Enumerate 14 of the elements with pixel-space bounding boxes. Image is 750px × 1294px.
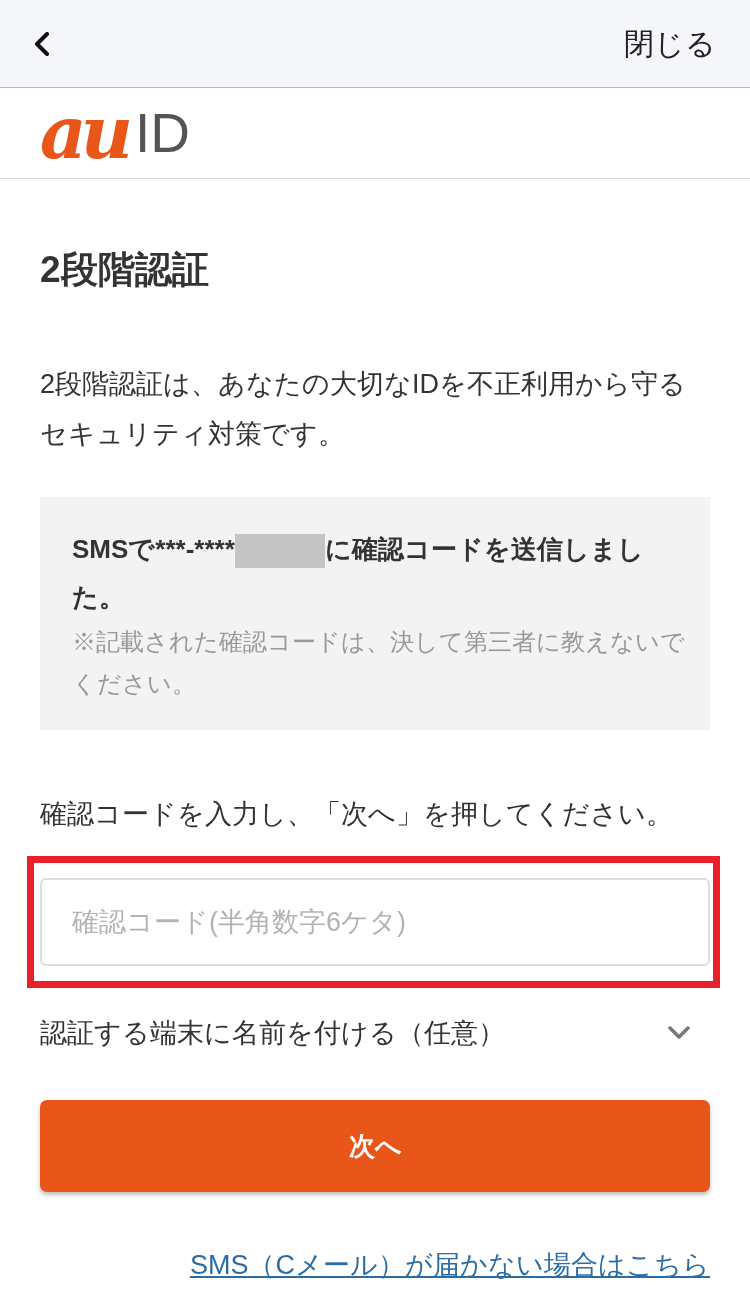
description-text: 2段階認証は、あなたの大切なIDを不正利用から守るセキュリティ対策です。 bbox=[40, 368, 688, 451]
sms-sent-message: SMSで***-**** に確認コードを送信しました。 bbox=[72, 533, 645, 614]
device-name-label: 認証する端末に名前を付ける（任意） bbox=[40, 1017, 505, 1050]
next-button[interactable]: 次へ bbox=[40, 1100, 710, 1192]
sms-help-link[interactable]: SMS（Cメール）が届かない場合はこちら bbox=[190, 1245, 710, 1285]
back-chevron-icon bbox=[34, 31, 50, 56]
notice-text: ※記載された確認コードは、決して第三者に教えないでください。 bbox=[72, 628, 686, 699]
device-name-toggle[interactable]: 認証する端末に名前を付ける（任意） bbox=[40, 1003, 710, 1063]
code-input-field[interactable]: 確認コード(半角数字6ケタ) bbox=[40, 878, 710, 966]
instruction-text: 確認コードを入力し、「次へ」を押してください。 bbox=[40, 798, 674, 831]
logo-suffix: ID bbox=[135, 105, 190, 161]
page-title: 2段階認証 bbox=[40, 248, 210, 292]
close-button[interactable]: 閉じる bbox=[624, 23, 716, 64]
brand-logo: au bbox=[40, 103, 129, 163]
